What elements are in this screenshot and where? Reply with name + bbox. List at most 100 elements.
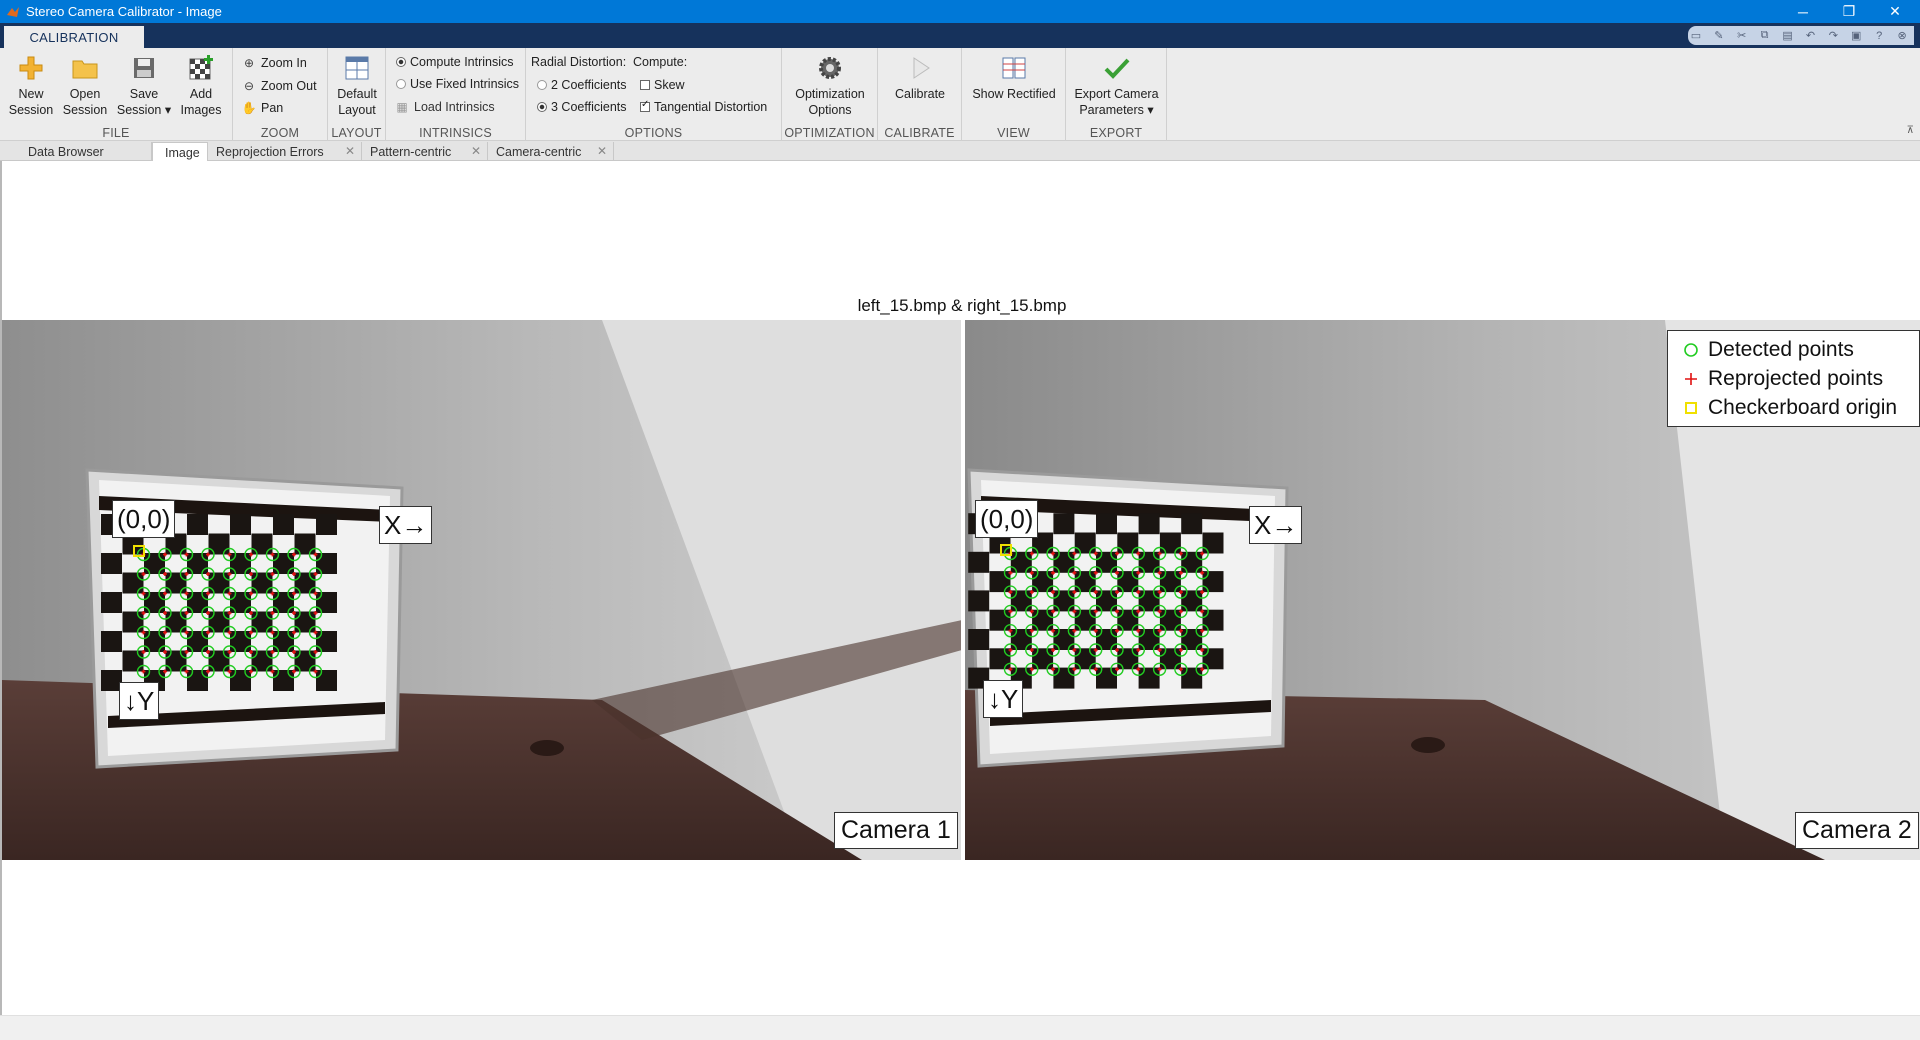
file-section: New Session Open Session Save Session ▾ (0, 48, 233, 141)
tab-image[interactable]: Image (152, 142, 208, 162)
save-session-button[interactable]: Save Session ▾ (116, 52, 172, 118)
checkerboard-square (144, 553, 165, 574)
checkerboard-square (101, 592, 122, 613)
compute-intrinsics-radio[interactable]: Compute Intrinsics (396, 55, 514, 69)
checkerboard-square (1202, 571, 1224, 593)
checkerboard-square (273, 514, 294, 535)
checkerboard-square (294, 572, 316, 594)
checkerboard-square (165, 611, 187, 633)
save-icon[interactable]: ▭ (1688, 29, 1704, 42)
hand-icon: ✋ (241, 101, 257, 115)
close-tab-icon[interactable]: ✕ (597, 144, 607, 158)
plus-icon (15, 52, 47, 84)
zoom-in-icon: ⊕ (243, 56, 255, 70)
cut-icon[interactable]: ✂ (1734, 29, 1750, 42)
show-rectified-button[interactable]: Show Rectified (966, 52, 1062, 102)
checkerboard-square (230, 553, 251, 574)
checkerboard-square (187, 631, 208, 652)
redo-icon[interactable]: ↷ (1825, 29, 1841, 42)
checkerboard-square (251, 611, 273, 633)
legend-detected: Detected points (1674, 335, 1913, 364)
ribbon: New Session Open Session Save Session ▾ (0, 48, 1920, 141)
minimize-button[interactable]: ─ (1780, 0, 1826, 23)
export-camera-parameters-button[interactable]: Export Camera Parameters ▾ (1068, 52, 1165, 118)
tab-camera-centric[interactable]: Camera-centric ✕ (488, 142, 614, 161)
load-icon: ▦ (396, 100, 408, 114)
checkerboard-square (1053, 551, 1075, 573)
checkerboard-square (1032, 648, 1054, 670)
dropdown-arrow-icon: ▾ (164, 103, 172, 117)
camera2-image[interactable]: (0,0) X→ ↓Y Camera 2 Detected points Rep… (965, 320, 1920, 860)
checkerboard-square (1159, 532, 1181, 554)
legend-reprojected: Reprojected points (1674, 364, 1913, 393)
pan-button[interactable]: ✋ Pan (241, 100, 284, 116)
copy-icon[interactable]: ⧉ (1757, 29, 1773, 42)
folder-icon (69, 52, 101, 84)
new-session-button[interactable]: New Session (8, 52, 54, 118)
floppy-icon (128, 52, 160, 84)
checkerboard-square (1159, 648, 1181, 670)
collapse-ribbon-icon[interactable]: ⊼ (1907, 125, 1914, 136)
undo-icon[interactable]: ↶ (1802, 29, 1818, 42)
window-icon[interactable]: ▣ (1848, 29, 1864, 42)
tab-data-browser[interactable]: Data Browser (16, 142, 152, 161)
checkerboard-square (316, 670, 337, 691)
camera1-image[interactable]: (0,0) X→ ↓Y Camera 1 (2, 320, 961, 860)
tab-reprojection-errors[interactable]: Reprojection Errors ✕ (208, 142, 362, 161)
legend-origin: Checkerboard origin (1674, 393, 1913, 422)
checkerboard-square (208, 650, 230, 672)
load-intrinsics-button[interactable]: ▦ Load Intrinsics (394, 99, 494, 115)
zoom-out-button[interactable]: ⊖ Zoom Out (241, 78, 317, 94)
use-fixed-intrinsics-radio[interactable]: Use Fixed Intrinsics (396, 77, 519, 91)
y-axis-label: ↓Y (983, 680, 1024, 718)
checkerboard-square (316, 514, 337, 535)
optimization-options-button[interactable]: Optimization Options (786, 52, 874, 118)
options-icon[interactable]: ⊗ (1894, 29, 1910, 42)
checkerboard-square (1074, 648, 1096, 670)
checkerboard-square (1053, 629, 1075, 650)
tangential-distortion-checkbox[interactable]: Tangential Distortion (640, 99, 767, 114)
checkerboard-square (1202, 532, 1224, 554)
close-button[interactable]: ✕ (1872, 0, 1918, 23)
intrinsics-section: Compute Intrinsics Use Fixed Intrinsics … (386, 48, 526, 141)
tab-pattern-centric[interactable]: Pattern-centric ✕ (362, 142, 488, 161)
calibrate-button[interactable]: Calibrate (886, 52, 954, 102)
checkerboard-square (294, 533, 316, 555)
checkerboard-square (316, 631, 337, 652)
checkerboard-square (273, 553, 294, 574)
rectified-icon (998, 52, 1030, 84)
checkerboard-square (1096, 551, 1117, 573)
edit-icon[interactable]: ✎ (1711, 29, 1727, 42)
help-icon[interactable]: ? (1871, 29, 1887, 42)
checkerboard-square (1096, 629, 1117, 650)
matlab-app-icon (7, 6, 19, 17)
checkerboard-square (1181, 513, 1203, 535)
checkerboard-square (230, 514, 251, 535)
skew-checkbox[interactable]: Skew (640, 78, 685, 92)
open-session-button[interactable]: Open Session (62, 52, 108, 118)
paste-icon[interactable]: ▤ (1780, 29, 1796, 42)
checkerboard-square (294, 611, 316, 633)
close-tab-icon[interactable]: ✕ (471, 144, 481, 158)
checkerboard-square (208, 533, 230, 555)
checkerboard-square (1202, 648, 1224, 670)
three-coefficients-radio[interactable]: 3 Coefficients (537, 100, 627, 114)
checkerboard-square (1181, 551, 1203, 573)
radio-selected-icon (396, 57, 406, 67)
default-layout-button[interactable]: Default Layout (334, 52, 380, 118)
tab-calibration[interactable]: CALIBRATION (4, 26, 144, 48)
add-images-button[interactable]: Add Images (178, 52, 224, 118)
figure-area: left_15.bmp & right_15.bmp (0,0) X→ ↓Y C… (0, 161, 1920, 1015)
restore-button[interactable]: ❐ (1826, 0, 1872, 23)
zoom-in-button[interactable]: ⊕ Zoom In (241, 55, 307, 71)
close-tab-icon[interactable]: ✕ (345, 144, 355, 158)
checkerboard-square (273, 670, 294, 691)
checkbox-unchecked-icon (640, 80, 650, 90)
figure-title: left_15.bmp & right_15.bmp (857, 296, 1067, 315)
two-coefficients-radio[interactable]: 2 Coefficients (537, 78, 627, 92)
y-axis-label: ↓Y (119, 682, 160, 720)
ribbon-tab-strip: CALIBRATION ▭ ✎ ✂ ⧉ ▤ ↶ ↷ ▣ ? ⊗ (0, 23, 1920, 48)
checkerboard-square (1096, 590, 1117, 612)
radial-distortion-header: Radial Distortion: (531, 55, 627, 69)
checkerboard-square (144, 631, 165, 652)
